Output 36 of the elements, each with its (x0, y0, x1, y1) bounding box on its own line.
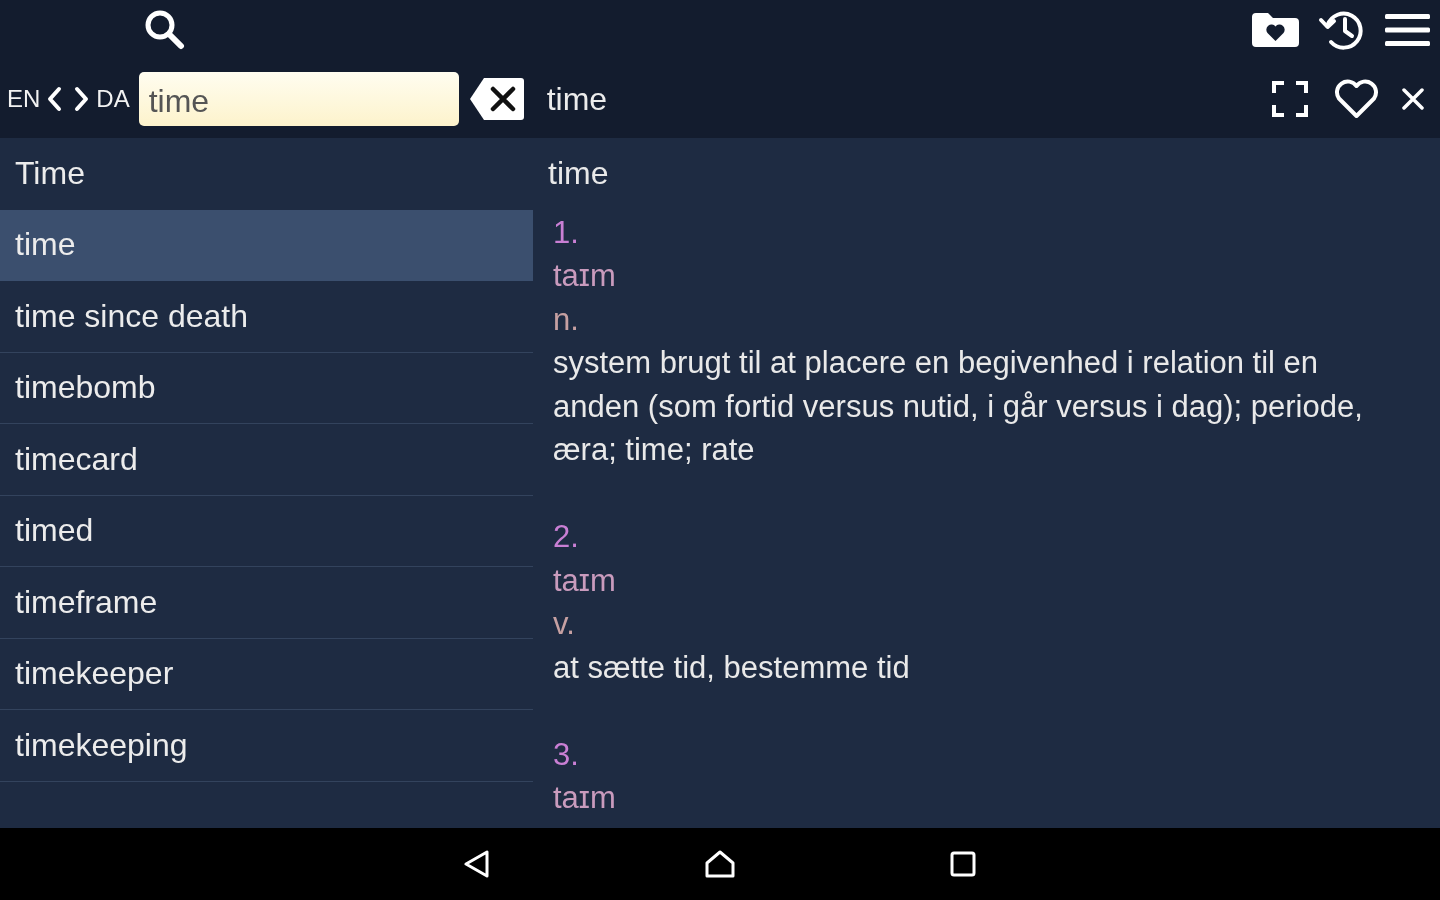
part-of-speech-text: n. (553, 300, 580, 339)
word-list-item[interactable]: timekeeping (0, 710, 533, 782)
pronunciation-text: taɪm (553, 779, 617, 817)
part-of-speech-text: v. (553, 605, 576, 643)
sense-number: 2. (553, 518, 580, 556)
search-icon[interactable] (143, 8, 185, 50)
headword-text: time (548, 154, 610, 193)
definition-text: system brugt til at placere en begivenhed i relation til en anden (som fortid versus nutid, i går versus i dag); periode, æra; time; rate (553, 344, 1364, 469)
word-list-item[interactable]: time (0, 209, 533, 281)
pronunciation-text: taɪm (553, 561, 617, 600)
folder-heart-icon[interactable] (1251, 12, 1300, 48)
menu-icon[interactable] (1385, 13, 1430, 47)
search-field[interactable]: time (138, 72, 459, 126)
home-icon[interactable] (705, 850, 735, 878)
entry-title: time (546, 80, 608, 118)
fullscreen-icon[interactable] (1272, 81, 1308, 117)
word-list-item[interactable]: time since death (0, 281, 533, 353)
sense-number: 3. (553, 735, 580, 774)
heart-icon[interactable] (1333, 79, 1380, 119)
word-list-item[interactable]: timecard (0, 424, 533, 496)
recent-apps-icon[interactable] (950, 851, 976, 877)
sense-number: 1. (553, 213, 580, 252)
chevron-right-icon[interactable] (74, 86, 91, 112)
word-list-item[interactable]: timed (0, 495, 533, 567)
target-language-label[interactable]: DA (96, 87, 130, 111)
word-list-item[interactable]: timebomb (0, 352, 533, 424)
clear-icon[interactable] (468, 77, 525, 121)
source-language-label[interactable]: EN (7, 87, 41, 111)
word-list-item[interactable]: timekeeper (0, 638, 533, 710)
back-icon[interactable] (464, 850, 490, 878)
chevron-left-icon[interactable] (46, 86, 63, 112)
word-list-item[interactable]: Time (0, 138, 533, 210)
definition-text: at sætte tid, bestemme tid (553, 648, 911, 687)
pronunciation-text: taɪm (553, 257, 617, 295)
word-list-item[interactable]: timeframe (0, 567, 533, 639)
close-icon[interactable] (1402, 88, 1424, 110)
